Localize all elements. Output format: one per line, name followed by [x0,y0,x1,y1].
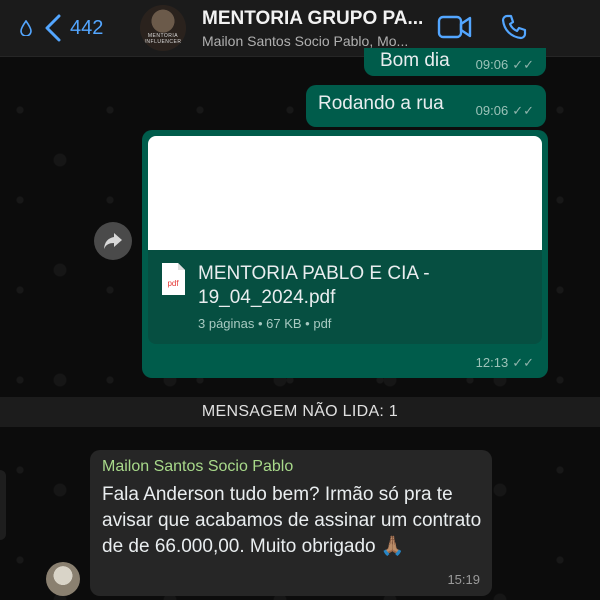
document-preview[interactable] [148,136,542,250]
outgoing-message[interactable]: Bom dia 09:06 ✓✓ [364,48,546,76]
message-time: 09:06 [475,103,509,118]
document-message[interactable]: pdf MENTORIA PABLO E CIA - 19_04_2024.pd… [142,130,548,378]
outgoing-message[interactable]: Rodando a rua 09:06 ✓✓ [306,85,546,127]
group-avatar[interactable]: MENTORIA INFLUENCER [140,5,186,51]
chat-title: MENTORIA GRUPO PA... [202,7,424,29]
sender-avatar[interactable] [46,562,80,596]
message-text: Fala Anderson tudo bem? Irmão só pra te … [102,484,482,557]
scroll-edge [0,470,6,540]
incoming-message[interactable]: Mailon Santos Socio Pablo Fala Anderson … [90,450,492,596]
message-time: 09:06 [475,57,509,72]
read-ticks-icon: ✓✓ [512,103,534,118]
unread-count: 442 [70,16,104,39]
read-ticks-icon: ✓✓ [512,57,534,72]
message-text: Bom dia [380,50,450,71]
message-text: Rodando a rua [318,93,444,114]
message-time: 15:19 [447,572,480,587]
document-meta: 3 páginas • 67 KB • pdf [198,316,332,331]
unread-divider: MENSAGEM NÃO LIDA: 1 [0,397,600,427]
document-name: MENTORIA PABLO E CIA - 19_04_2024.pdf [198,263,430,308]
message-meta: 12:13 ✓✓ [476,354,534,372]
sender-name[interactable]: Mailon Santos Socio Pablo [102,458,293,476]
message-meta: 09:06 ✓✓ [476,56,534,74]
pdf-file-icon: pdf [162,263,185,295]
pdf-label: pdf [167,279,179,288]
chat-subtitle: Mailon Santos Socio Pablo, Mo... [202,32,409,49]
avatar-text: MENTORIA INFLUENCER [144,33,182,45]
message-meta: 09:06 ✓✓ [476,102,534,120]
back-icon [45,14,61,42]
read-ticks-icon: ✓✓ [512,355,534,370]
message-time: 12:13 [475,355,509,370]
phone-icon[interactable] [500,13,528,41]
forward-button[interactable] [94,222,132,260]
drop-icon [20,20,32,36]
back-button[interactable]: 442 [0,0,128,56]
chat-info[interactable]: MENTORIA GRUPO PA... Mailon Santos Socio… [202,8,442,49]
document-info[interactable]: pdf MENTORIA PABLO E CIA - 19_04_2024.pd… [148,250,542,344]
video-call-icon[interactable] [437,14,473,40]
forward-icon [104,233,122,249]
